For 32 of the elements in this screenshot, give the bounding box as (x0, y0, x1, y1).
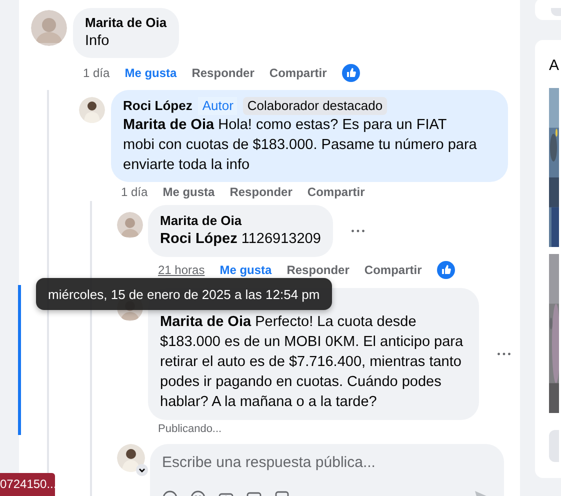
contributor-tag: Colaborador destacado (243, 97, 387, 115)
author-name[interactable]: Roci López (123, 98, 192, 114)
posting-status: Publicando... (158, 423, 223, 435)
card-heading: A (549, 56, 560, 76)
date-tooltip: miércoles, 15 de enero de 2025 a las 12:54 pm (36, 278, 332, 310)
comment-text: Marita de Oia Perfecto! La cuota desde $183.000 es de un MOBI 0KM. El anticipo para retirar el auto es de $7.716.400, mientras tanto podes ir pagando en cuotas. Cuándo podes hablar? A la mañana o a la tarde? (160, 313, 464, 412)
comment-text: Roci López 1126913209 (160, 230, 321, 249)
like-link[interactable]: Me gusta (220, 263, 272, 277)
reply-field[interactable]: Escribe una respuesta pública... (162, 454, 492, 471)
comment-time[interactable]: 1 día (83, 66, 110, 80)
like-icon[interactable] (436, 261, 455, 279)
comment-time[interactable]: 1 día (121, 185, 148, 199)
author-name[interactable]: Marita de Oia (85, 15, 167, 31)
avatar[interactable] (79, 97, 105, 123)
comment-text: Marita de Oia Hola! como estas? Es para un FIAT mobi con cuotas de $183.000. Pasame tu número para enviarte toda la info (123, 116, 478, 175)
action-link[interactable]: Responder (230, 185, 292, 199)
like-icon[interactable] (342, 64, 360, 82)
like-link[interactable]: Me gusta (124, 66, 177, 80)
more-icon[interactable] (350, 229, 365, 233)
action-link[interactable]: Responder (192, 66, 254, 80)
like-link[interactable]: Me gusta (162, 185, 215, 199)
author-label: Autor (198, 97, 238, 115)
author-name[interactable]: Marita de Oia (160, 213, 321, 229)
avatar[interactable] (117, 444, 145, 472)
action-link[interactable]: Compartir (307, 185, 365, 199)
comment-text: Info (85, 32, 110, 51)
chevron-icon[interactable] (136, 464, 148, 476)
action-link[interactable]: Responder (286, 263, 350, 277)
action-link[interactable]: Compartir (269, 66, 327, 80)
action-link[interactable]: Compartir (364, 263, 422, 277)
comment-time[interactable]: 21 horas (158, 263, 205, 277)
more-icon[interactable] (497, 352, 511, 356)
